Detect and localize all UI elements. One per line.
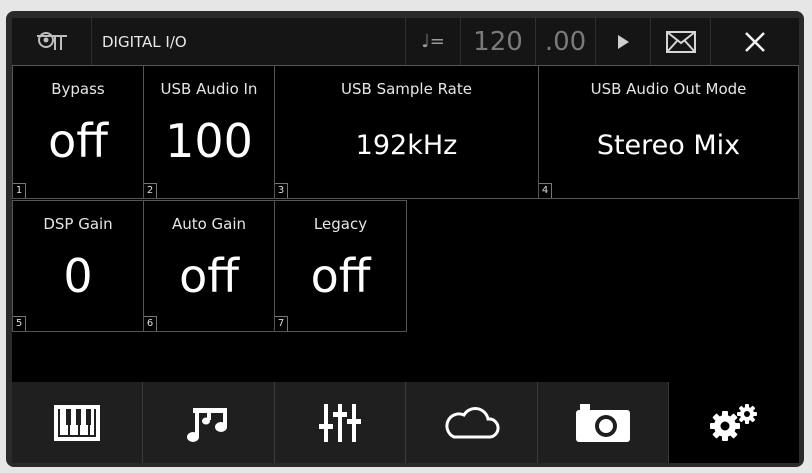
top-bar: DIGITAL I/O ♩= 120 .00	[12, 18, 799, 66]
param-index: 3	[275, 183, 288, 198]
close-button[interactable]	[711, 18, 799, 65]
keyboard-icon	[54, 404, 100, 441]
nav-keyboard-button[interactable]	[12, 382, 143, 463]
settings-gears-icon	[710, 403, 757, 441]
nav-cloud-button[interactable]	[406, 382, 538, 463]
page-title: DIGITAL I/O	[92, 18, 406, 65]
nav-mixer-button[interactable]	[275, 382, 406, 463]
close-icon	[745, 31, 765, 52]
param-dsp-gain[interactable]: DSP Gain 0 5	[12, 200, 144, 332]
screen: DIGITAL I/O ♩= 120 .00 Bypass off 1 USB …	[12, 18, 799, 463]
nav-camera-button[interactable]	[538, 382, 669, 463]
param-index: 7	[275, 316, 288, 331]
mail-icon	[665, 30, 696, 53]
param-index: 4	[539, 183, 552, 198]
play-icon	[618, 34, 629, 49]
mixer-faders-icon	[319, 403, 361, 442]
param-value: off	[179, 249, 239, 303]
music-notes-icon	[186, 407, 227, 442]
param-value: off	[48, 114, 108, 168]
cloud-icon	[444, 406, 499, 438]
nav-settings-button[interactable]	[669, 382, 799, 463]
param-index: 1	[13, 183, 26, 198]
tempo-decimal[interactable]: .00	[536, 18, 596, 65]
param-auto-gain[interactable]: Auto Gain off 6	[143, 200, 275, 332]
param-label: Bypass	[51, 80, 105, 98]
param-usb-sample-rate[interactable]: USB Sample Rate 192kHz 3	[274, 65, 539, 199]
nav-music-button[interactable]	[143, 382, 275, 463]
param-bypass[interactable]: Bypass off 1	[12, 65, 144, 199]
param-usb-audio-in[interactable]: USB Audio In 100 2	[143, 65, 275, 199]
param-value: Stereo Mix	[596, 130, 741, 161]
param-label: Legacy	[313, 215, 368, 233]
param-label: DSP Gain	[43, 215, 113, 233]
param-index: 6	[144, 316, 157, 331]
param-value: off	[310, 249, 371, 303]
param-label: USB Sample Rate	[341, 80, 472, 98]
param-label: USB Audio Out Mode	[590, 80, 747, 98]
param-value: 192kHz	[355, 130, 458, 161]
play-button[interactable]	[596, 18, 651, 65]
param-index: 5	[13, 316, 26, 331]
tempo-symbol: ♩=	[406, 18, 461, 65]
param-value: 100	[165, 114, 253, 168]
bottom-nav	[12, 382, 799, 463]
param-usb-audio-out-mode[interactable]: USB Audio Out Mode Stereo Mix 4	[538, 65, 799, 199]
param-index: 2	[144, 183, 157, 198]
tempo-bpm[interactable]: 120	[461, 18, 536, 65]
mail-button[interactable]	[651, 18, 711, 65]
camera-icon	[576, 403, 630, 442]
param-legacy[interactable]: Legacy off 7	[274, 200, 407, 332]
tree-logo-icon[interactable]	[12, 18, 92, 65]
param-label: USB Audio In	[160, 80, 258, 98]
param-value: 0	[63, 249, 93, 303]
param-label: Auto Gain	[171, 215, 247, 233]
